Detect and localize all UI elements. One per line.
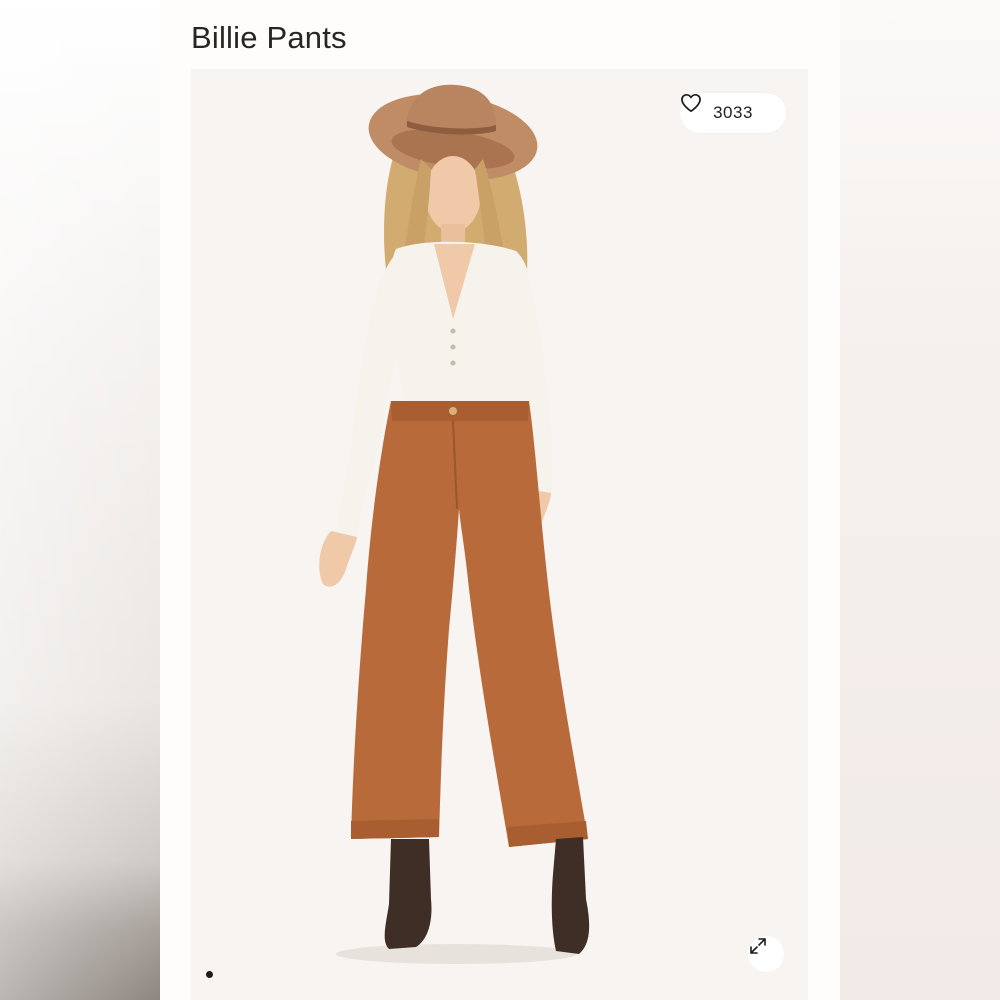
like-button[interactable]: 3033 — [680, 93, 786, 133]
like-count: 3033 — [713, 103, 753, 122]
blurred-background-right — [840, 0, 1000, 1000]
gallery-pagination-dot-active[interactable] — [206, 971, 213, 978]
blurred-background-left — [0, 0, 160, 1000]
heart-outline-icon — [681, 93, 701, 113]
expand-arrows-icon — [750, 938, 766, 954]
model-illustration — [319, 84, 590, 964]
product-card: Billie Pants 3033 — [160, 0, 840, 1000]
product-image[interactable]: 3033 — [191, 69, 808, 1000]
product-title: Billie Pants — [191, 20, 347, 55]
expand-image-button[interactable] — [748, 936, 784, 972]
